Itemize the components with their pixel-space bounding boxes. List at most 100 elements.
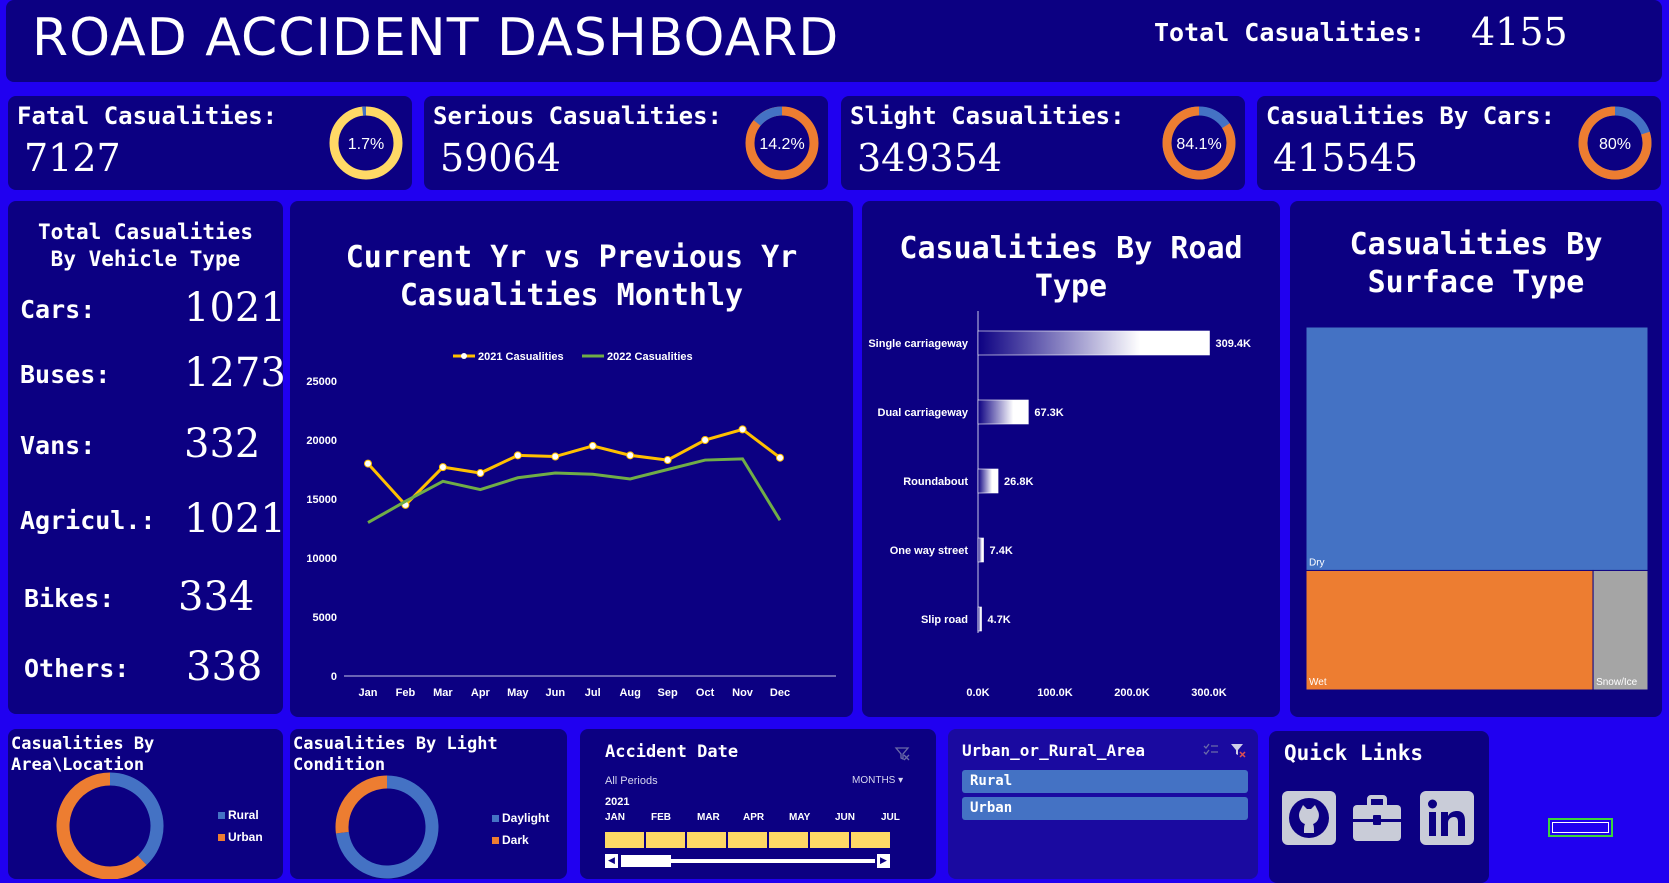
light-title-line1: Casualities By Light [293, 734, 498, 754]
timeline-scrollbar[interactable]: ◀ ▶ [605, 854, 890, 868]
y-tick-label: 10000 [306, 553, 337, 565]
kpi-cars: Casualities By Cars: 415545 80% [1257, 96, 1661, 190]
slicer-item-urban[interactable]: Urban [962, 797, 1248, 820]
kpi-donut: 1.7% [329, 106, 403, 180]
slicer-item-rural[interactable]: Rural [962, 770, 1248, 793]
legend-label: Dark [502, 833, 529, 847]
vehicle-type-panel: Total Casualities By Vehicle Type Cars: … [8, 201, 283, 714]
light-condition-chart-panel: Casualities By Light Condition Daylight … [290, 729, 567, 879]
bar [977, 537, 984, 563]
scroll-right-arrow[interactable]: ▶ [877, 854, 890, 868]
vehicle-value: 1021 [184, 285, 283, 331]
clear-filter-icon[interactable] [894, 745, 910, 761]
surface-chart-title: Casualities By Surface Type [1290, 226, 1662, 302]
legend-label: Urban [228, 830, 263, 844]
legend-label: 2021 Casualities [478, 351, 564, 363]
kpi-value: 349354 [857, 136, 1003, 180]
category-label: Roundabout [903, 476, 968, 488]
legend-label: 2022 Casualities [607, 351, 693, 363]
timeline-month-labels: JAN FEB MAR APR MAY JUN JUL [605, 812, 900, 824]
area-location-chart-panel: Casualities By Area\Location Rural Urban [8, 729, 283, 879]
monthly-line-chart-panel: Current Yr vs Previous Yr Casualities Mo… [290, 201, 853, 717]
legend-item-daylight: Daylight [492, 807, 549, 829]
series-point [776, 453, 784, 462]
treemap-cell-wet [1305, 569, 1594, 691]
kpi-fatal: Fatal Casualities: 7127 1.7% [8, 96, 412, 190]
clear-filter-icon[interactable] [1230, 742, 1246, 758]
bar [977, 468, 999, 494]
legend-item-rural: Rural [218, 804, 263, 826]
vehicle-label: Bikes: [24, 584, 115, 613]
github-icon[interactable] [1282, 791, 1336, 845]
month-bar[interactable] [769, 832, 808, 848]
category-label: Dual carriageway [878, 407, 969, 419]
light-title-line2: Condition [293, 755, 386, 775]
area-legend: Rural Urban [218, 804, 263, 848]
light-legend: Daylight Dark [492, 807, 549, 851]
x-tick-label: May [507, 687, 529, 699]
month-label: JUL [881, 812, 900, 823]
total-casualities-value: 4155 [1471, 10, 1568, 54]
month-bar[interactable] [605, 832, 644, 848]
series-point [738, 425, 747, 434]
x-tick-label: 100.0K [1037, 687, 1073, 699]
month-bar[interactable] [646, 832, 685, 848]
series-point [551, 452, 560, 461]
x-tick-label: Jun [545, 687, 565, 699]
treemap-label: Snow/Ice [1596, 677, 1638, 688]
x-tick-label: Jan [359, 687, 378, 699]
briefcase-icon[interactable] [1350, 791, 1404, 845]
total-casualities-label: Total Casualities: [1154, 18, 1425, 47]
y-tick-label: 15000 [306, 494, 337, 506]
series-line-1 [367, 457, 782, 524]
multi-select-icon[interactable] [1203, 742, 1219, 758]
series-point [476, 469, 485, 478]
kpi-donut: 84.1% [1162, 106, 1236, 180]
light-donut [335, 775, 439, 879]
granularity-dropdown[interactable]: MONTHS ▾ [852, 775, 903, 786]
month-bar[interactable] [687, 832, 726, 848]
scroll-left-arrow[interactable]: ◀ [605, 854, 618, 868]
linkedin-icon[interactable] [1420, 791, 1474, 845]
series-point [438, 463, 447, 472]
surface-title-line1: Casualities By [1349, 227, 1603, 262]
kpi-serious: Serious Casualities: 59064 14.2% [424, 96, 828, 190]
dashboard-title: ROAD ACCIDENT DASHBOARD [32, 8, 840, 68]
treemap-label: Wet [1309, 677, 1327, 688]
cell-selection-box[interactable] [1548, 818, 1613, 837]
accident-date-timeline: Accident Date All Periods MONTHS ▾ 2021 … [580, 729, 936, 879]
data-label: 309.4K [1215, 338, 1251, 350]
treemap-cell-snow [1592, 569, 1649, 691]
header-panel: ROAD ACCIDENT DASHBOARD Total Casualitie… [6, 0, 1662, 82]
legend-marker [461, 353, 467, 359]
x-tick-label: 300.0K [1191, 687, 1227, 699]
vehicle-row-vans: Vans: 332 [8, 421, 283, 471]
month-bar[interactable] [851, 832, 890, 848]
vehicle-value: 334 [178, 574, 255, 620]
kpi-value: 59064 [440, 136, 561, 180]
granularity-label: MONTHS [852, 775, 896, 786]
month-label: JUN [835, 812, 856, 823]
series-point [364, 459, 372, 468]
vehicle-label: Buses: [20, 360, 111, 389]
timeline-title: Accident Date [605, 742, 739, 762]
area-donut [56, 772, 164, 879]
legend-item-urban: Urban [218, 826, 263, 848]
all-periods-label: All Periods [605, 775, 658, 787]
surface-title-line2: Surface Type [1367, 265, 1585, 300]
y-tick-label: 20000 [306, 435, 337, 447]
line-title-line1: Current Yr vs Previous Yr [345, 240, 798, 275]
vehicle-row-agricultural: Agricul.: 1021 [8, 496, 283, 546]
road-title-line2: Type [1034, 269, 1108, 304]
timeline-month-bars[interactable] [605, 832, 890, 848]
scroll-thumb[interactable] [621, 855, 671, 867]
vehicle-row-cars: Cars: 1021 [8, 285, 283, 335]
month-bar[interactable] [810, 832, 849, 848]
vehicle-label: Others: [24, 654, 130, 683]
series-point [588, 441, 597, 450]
x-tick-label: Oct [696, 687, 715, 699]
legend-label: Rural [228, 808, 259, 822]
series-point [513, 451, 522, 460]
area-title-line1: Casualities By [11, 734, 155, 754]
month-bar[interactable] [728, 832, 767, 848]
